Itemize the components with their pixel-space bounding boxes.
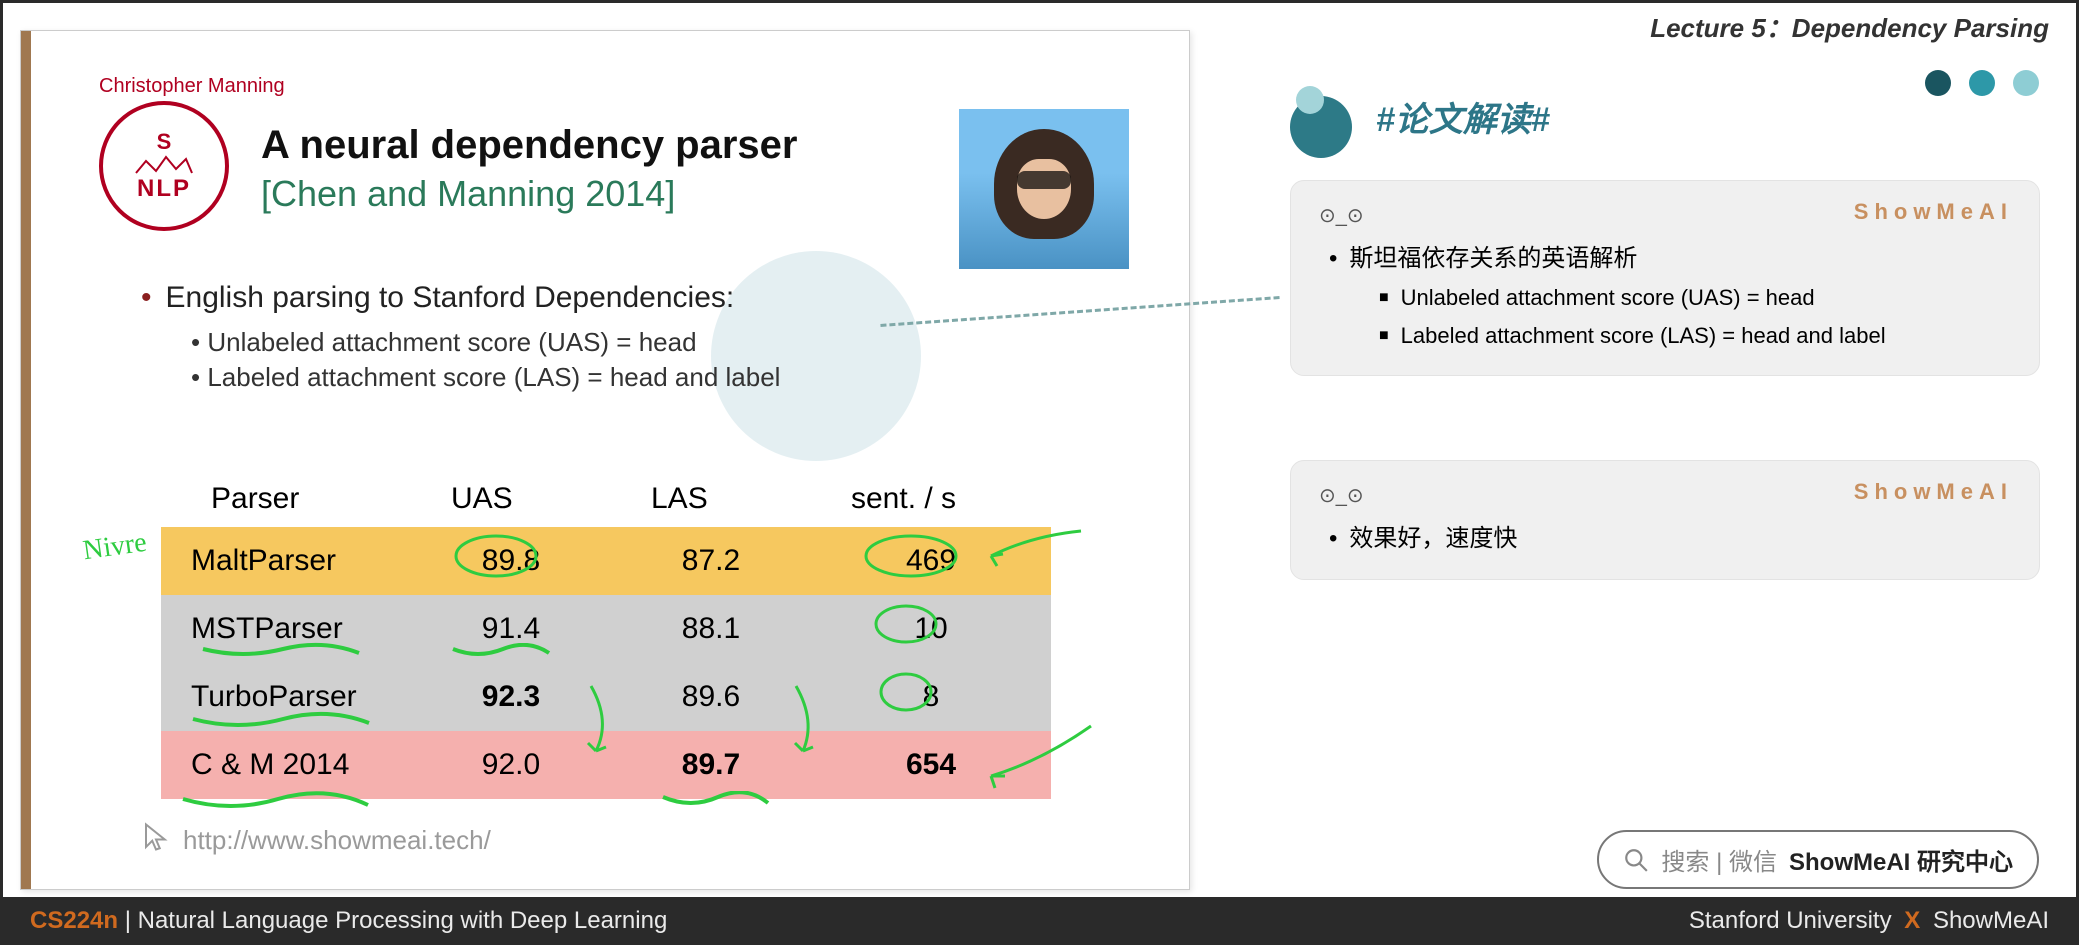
th-sps: sent. / s <box>811 482 1051 516</box>
hand-circle-sps-3 <box>876 669 936 720</box>
hand-circle-sps-2 <box>871 601 941 652</box>
logo-mountains-icon <box>134 155 194 175</box>
hand-underline-1 <box>201 641 361 664</box>
sub-bullet-uas: Unlabeled attachment score (UAS) = head <box>191 327 780 358</box>
slide: Christopher Manning S NLP A neural depen… <box>20 30 1190 890</box>
search-strong: ShowMeAI 研究中心 <box>1789 842 2013 877</box>
slide-title: A neural dependency parser <box>261 123 797 168</box>
hand-arrow-down-1 <box>571 681 631 766</box>
course-code: CS224n <box>30 907 118 934</box>
stanford-nlp-logo: S NLP <box>99 101 229 231</box>
note2-main: 效果好，速度快 <box>1329 518 2011 553</box>
hand-underline-2 <box>191 711 371 734</box>
hand-arrow-1 <box>981 526 1091 581</box>
brand-label: ShowMeAI <box>1854 199 2013 225</box>
footer-univ: Stanford University <box>1689 907 1892 934</box>
cell-las: 88.1 <box>611 612 811 646</box>
th-parser: Parser <box>161 482 411 516</box>
slide-author: Christopher Manning <box>99 75 285 98</box>
slide-url: http://www.showmeai.tech/ <box>183 825 491 856</box>
slide-accent-bar <box>21 31 31 889</box>
decor-dots <box>1925 70 2039 96</box>
search-pill[interactable]: 搜索 | 微信 ShowMeAI 研究中心 <box>1597 830 2039 889</box>
right-section-header: #论文解读# <box>1290 86 1550 146</box>
hand-arrow-2 <box>981 721 1101 796</box>
cell-parser: MaltParser <box>161 544 411 578</box>
presenter-photo <box>959 109 1129 269</box>
cell-las: 87.2 <box>611 544 811 578</box>
hand-underline-3 <box>181 791 371 816</box>
table-header-row: Parser UAS LAS sent. / s <box>161 471 1051 527</box>
cell-parser: C & M 2014 <box>161 748 411 782</box>
search-hint: 搜索 | 微信 <box>1661 842 1777 877</box>
search-icon <box>1623 847 1649 873</box>
footer-brand: ShowMeAI <box>1933 907 2049 934</box>
hand-underline-uas-2 <box>451 643 551 664</box>
slide-subtitle: [Chen and Manning 2014] <box>261 173 675 215</box>
bullet-main: English parsing to Stanford Dependencies… <box>141 281 734 315</box>
brand-label: ShowMeAI <box>1854 479 2013 505</box>
hand-circle-sps-1 <box>861 531 961 586</box>
lecture-title: Lecture 5：Dependency Parsing <box>1650 8 2049 45</box>
slide-url-row: http://www.showmeai.tech/ <box>141 822 491 859</box>
right-section-title: #论文解读# <box>1376 92 1550 141</box>
sub-bullets: Unlabeled attachment score (UAS) = head … <box>191 327 780 397</box>
hand-underline-las-4 <box>661 791 771 814</box>
footer-right: Stanford University X ShowMeAI <box>1689 907 2049 935</box>
note1-main: 斯坦福依存关系的英语解析 <box>1329 238 2011 273</box>
hand-circle-uas-1 <box>451 531 541 586</box>
logo-letters-nlp: NLP <box>137 175 191 203</box>
note1-sub-las: Labeled attachment score (LAS) = head an… <box>1379 323 2011 349</box>
footer-x: X <box>1904 907 1920 934</box>
note1-sub-uas: Unlabeled attachment score (UAS) = head <box>1379 285 2011 311</box>
footer-left: CS224n | Natural Language Processing wit… <box>30 907 667 935</box>
note-card-2: ⊙_⊙ ShowMeAI 效果好，速度快 <box>1290 460 2040 580</box>
th-las: LAS <box>611 482 811 516</box>
footer-sep: | <box>118 907 138 934</box>
note-card-1: ⊙_⊙ ShowMeAI 斯坦福依存关系的英语解析 Unlabeled atta… <box>1290 180 2040 376</box>
sub-bullet-las: Labeled attachment score (LAS) = head an… <box>191 362 780 393</box>
cursor-icon <box>141 822 171 859</box>
cell-uas: 91.4 <box>411 612 611 646</box>
section-shape-icon <box>1290 86 1362 146</box>
footer-bar: CS224n | Natural Language Processing wit… <box>0 897 2079 945</box>
logo-letter-s: S <box>157 129 172 155</box>
course-name: Natural Language Processing with Deep Le… <box>138 907 668 934</box>
th-uas: UAS <box>411 482 611 516</box>
cell-parser: TurboParser <box>161 680 411 714</box>
hand-arrow-down-2 <box>781 681 841 766</box>
hand-note-nivre: Nivre <box>81 527 149 568</box>
